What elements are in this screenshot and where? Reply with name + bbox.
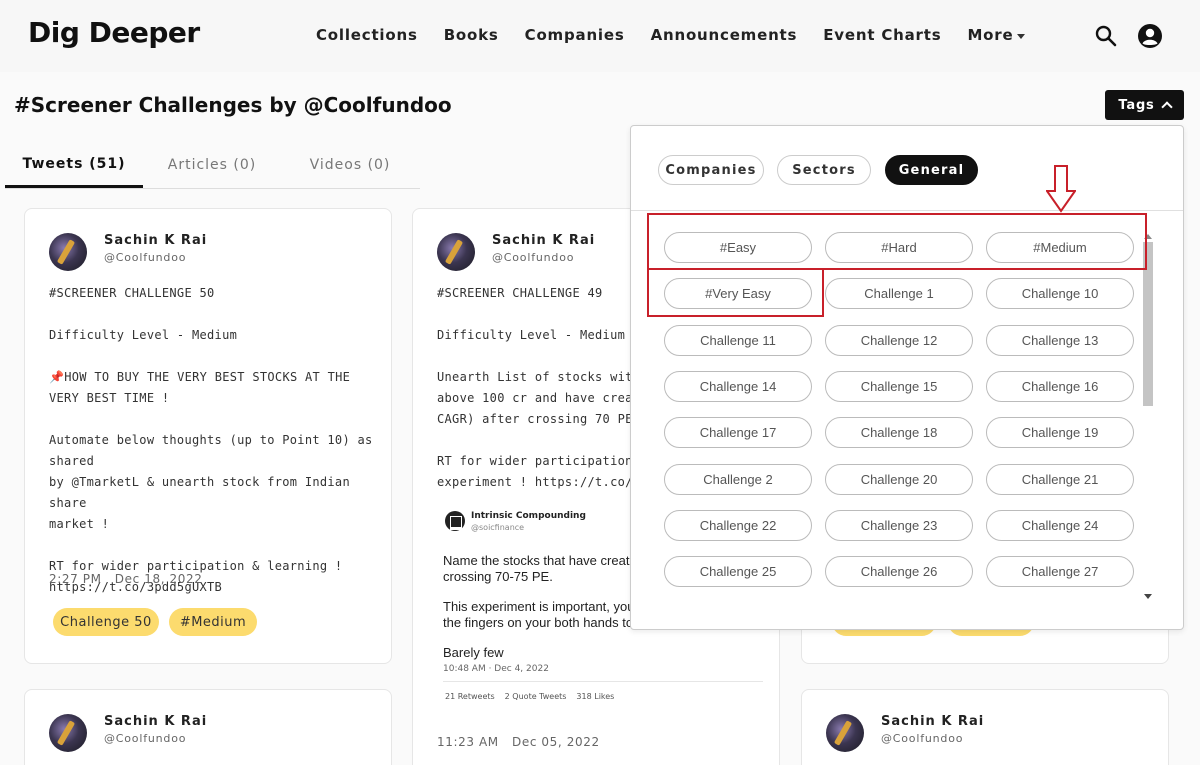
tag-pill[interactable]: Challenge 20: [825, 463, 973, 495]
tweet-handle: @Coolfundoo: [104, 732, 187, 745]
tweet-timestamp: 2:27 PM Dec 18, 2022: [49, 572, 203, 586]
tag-pill[interactable]: Challenge 12: [825, 324, 973, 356]
tweet-author: Sachin K Rai: [104, 233, 208, 248]
tweet-handle: @Coolfundoo: [104, 251, 187, 264]
quoted-stats: 21 Retweets 2 Quote Tweets 318 Likes: [445, 692, 614, 701]
tag-pill[interactable]: Challenge 2: [664, 463, 812, 495]
main-nav: Collections Books Companies Announcement…: [316, 26, 1051, 44]
scrollbar[interactable]: [1142, 234, 1154, 602]
quoted-text-line: crossing 70-75 PE.: [443, 569, 553, 584]
tag-pill[interactable]: Challenge 13: [986, 324, 1134, 356]
tag-category-companies[interactable]: Companies: [658, 155, 764, 185]
content-tabs: Tweets (51) Articles (0) Videos (0): [5, 143, 420, 189]
page-title: #Screener Challenges by @Coolfundoo: [14, 93, 452, 117]
tweet-handle: @Coolfundoo: [492, 251, 575, 264]
tweet-card: Sachin K Rai @Coolfundoo: [24, 689, 392, 765]
tags-toggle-button[interactable]: Tags: [1105, 90, 1184, 120]
tweet-author: Sachin K Rai: [492, 233, 596, 248]
tweet-card: Sachin K Rai @Coolfundoo #SCREENER CHALL…: [24, 208, 392, 664]
tag-pill[interactable]: Challenge 16: [986, 370, 1134, 402]
tag-pill[interactable]: Challenge 18: [825, 417, 973, 449]
tweet-author: Sachin K Rai: [104, 714, 208, 729]
tag-pill[interactable]: Challenge 15: [825, 370, 973, 402]
top-header: Dig Deeper Collections Books Companies A…: [0, 0, 1200, 72]
nav-collections[interactable]: Collections: [316, 26, 418, 44]
avatar: [49, 714, 87, 752]
user-icon[interactable]: [1137, 23, 1163, 49]
tab-articles[interactable]: Articles (0): [143, 143, 281, 188]
site-logo[interactable]: Dig Deeper: [28, 16, 200, 49]
tab-videos[interactable]: Videos (0): [281, 143, 419, 188]
quoted-text-line: the fingers on your both hands to: [443, 615, 634, 630]
tag-pill[interactable]: Challenge 27: [986, 556, 1134, 588]
nav-more[interactable]: More: [967, 26, 1026, 44]
nav-books[interactable]: Books: [444, 26, 499, 44]
tag-pill[interactable]: Challenge 23: [825, 509, 973, 541]
caret-down-icon: [1017, 33, 1026, 39]
tag-pill[interactable]: Challenge 10: [986, 278, 1134, 310]
avatar: [49, 233, 87, 271]
tag-pill[interactable]: Challenge 14: [664, 370, 812, 402]
tweet-card: Sachin K Rai @Coolfundoo: [801, 689, 1169, 765]
tag-category-general[interactable]: General: [885, 155, 978, 185]
tags-button-label: Tags: [1118, 97, 1155, 113]
tweet-handle: @Coolfundoo: [881, 732, 964, 745]
tag-category-sectors[interactable]: Sectors: [777, 155, 871, 185]
tag-pill[interactable]: Challenge 26: [825, 556, 973, 588]
quoted-author: Intrinsic Compounding: [471, 511, 586, 521]
tag-pill[interactable]: Challenge 24: [986, 509, 1134, 541]
retweet-count: 21 Retweets: [445, 692, 495, 701]
tweet-timestamp: 11:23 AM Dec 05, 2022: [437, 735, 600, 749]
like-count: 318 Likes: [576, 692, 615, 701]
quoted-date: 10:48 AM · Dec 4, 2022: [443, 664, 549, 674]
quoted-text-line: This experiment is important, you: [443, 599, 635, 614]
down-arrow-icon: [1046, 165, 1076, 213]
nav-announcements[interactable]: Announcements: [651, 26, 798, 44]
tag-pill[interactable]: Challenge 21: [986, 463, 1134, 495]
tags-dropdown-panel: Companies Sectors General #Easy #Hard #Med…: [630, 125, 1184, 630]
tag-pill[interactable]: Challenge 22: [664, 509, 812, 541]
scroll-down-arrow-icon[interactable]: [1144, 594, 1152, 599]
divider: [443, 681, 763, 682]
quoted-text-line: Name the stocks that have create: [443, 553, 637, 568]
tab-tweets[interactable]: Tweets (51): [5, 143, 143, 188]
quoted-account-logo: [445, 511, 465, 531]
tweet-author: Sachin K Rai: [881, 714, 985, 729]
avatar: [437, 233, 475, 271]
tweet-text: #SCREENER CHALLENGE 50 Difficulty Level …: [49, 286, 373, 594]
tag-pill[interactable]: Challenge 25: [664, 556, 812, 588]
tag-pill[interactable]: Challenge 1: [825, 278, 973, 310]
nav-companies[interactable]: Companies: [525, 26, 625, 44]
nav-event-charts[interactable]: Event Charts: [823, 26, 941, 44]
tag-pill[interactable]: Challenge 17: [664, 417, 812, 449]
tag-pill[interactable]: Challenge 11: [664, 324, 812, 356]
highlight-box: [647, 213, 1147, 270]
quoted-handle: @soicfinance: [471, 523, 525, 532]
avatar: [826, 714, 864, 752]
chevron-up-icon: [1160, 101, 1173, 113]
tag-chip[interactable]: #Medium: [169, 608, 257, 636]
highlight-box: [647, 268, 824, 317]
tag-pill[interactable]: Challenge 19: [986, 417, 1134, 449]
search-icon[interactable]: [1094, 24, 1118, 48]
quote-tweet-count: 2 Quote Tweets: [504, 692, 567, 701]
quoted-text-line: Barely few: [443, 645, 504, 660]
tag-chip[interactable]: Challenge 50: [53, 608, 159, 636]
nav-more-label: More: [967, 26, 1014, 44]
